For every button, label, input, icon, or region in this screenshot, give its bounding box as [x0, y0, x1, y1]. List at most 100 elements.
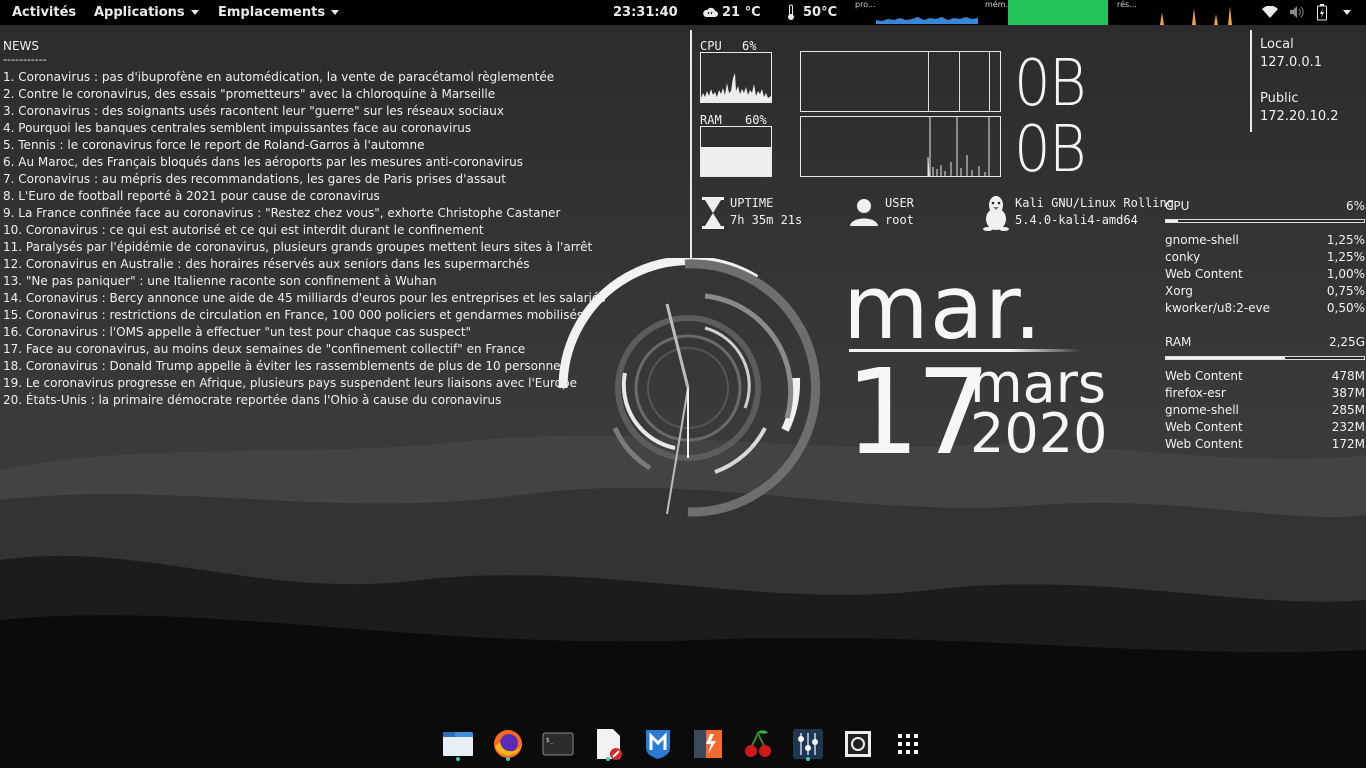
user-value: root [885, 213, 914, 227]
news-item: 3. Coronavirus : des soignants usés raco… [3, 104, 504, 118]
process-name: gnome-shell [1165, 233, 1239, 247]
metasploit-icon[interactable] [642, 728, 674, 760]
news-item: 6. Au Maroc, des Français bloqués dans l… [3, 155, 523, 169]
top-cpu-header: CPU 6% [1165, 198, 1365, 215]
news-item: 15. Coronavirus : restrictions de circul… [3, 308, 584, 322]
cpu-temperature[interactable]: 50°C [803, 0, 837, 25]
firefox-icon[interactable] [492, 728, 524, 760]
process-row: kworker/u8:2-eve 0,50% [1165, 300, 1365, 317]
process-row: Web Content 478M [1165, 368, 1365, 385]
process-value: 1,25% [1326, 250, 1365, 264]
process-name: kworker/u8:2-eve [1165, 301, 1271, 315]
thermometer-icon [788, 4, 794, 20]
cherrytree-icon[interactable] [742, 728, 774, 760]
process-graph-label: pro... [855, 0, 876, 9]
process-row: gnome-shell 285M [1165, 402, 1365, 419]
places-menu[interactable]: Emplacements [218, 0, 340, 25]
applications-menu[interactable]: Applications [94, 0, 199, 25]
files-icon[interactable] [442, 728, 474, 760]
upload-spike [928, 52, 929, 111]
top-ram-value: 2,25G [1328, 335, 1365, 349]
news-item: 20. États-Unis : la primaire démocrate r… [3, 393, 502, 407]
weather-temperature[interactable]: 21 °C [722, 0, 761, 25]
clock-minute-hand [666, 387, 689, 515]
kernel-version: 5.4.0-kali4-amd64 [1015, 213, 1138, 227]
process-value: 285M [1331, 403, 1365, 417]
cpu-percent: 6% [742, 39, 757, 53]
system-menu-chevron-icon[interactable] [1343, 10, 1351, 15]
news-item: 4. Pourquoi les banques centrales semble… [3, 121, 472, 135]
wifi-icon[interactable] [1262, 6, 1278, 18]
volume-muted-icon[interactable] [1289, 5, 1304, 19]
process-name: firefox-esr [1165, 386, 1226, 400]
news-widget: NEWS ----------- 1. Coronavirus : pas d'… [3, 38, 605, 409]
settings-icon[interactable] [792, 728, 824, 760]
ram-graph-fill [701, 147, 771, 176]
weather-cloud-icon [703, 7, 718, 17]
process-row: Web Content 232M [1165, 419, 1365, 436]
battery-charging-icon[interactable] [1317, 4, 1327, 21]
process-row: gnome-shell 1,25% [1165, 232, 1365, 249]
local-ip-label: Local [1260, 37, 1294, 52]
activities-button[interactable]: Activités [12, 0, 76, 25]
upload-speed: 0B [1014, 47, 1087, 121]
process-name: gnome-shell [1165, 403, 1239, 417]
top-ram-label: RAM [1165, 335, 1192, 349]
chevron-down-icon [331, 10, 340, 15]
process-row: conky 1,25% [1165, 249, 1365, 266]
news-item: 19. Le coronavirus progresse en Afrique,… [3, 376, 577, 390]
ram-graph [700, 126, 772, 177]
user-label: USER [885, 196, 914, 210]
date-year: 2020 [970, 402, 1108, 465]
cpu-label: CPU [700, 39, 722, 53]
process-name: Web Content [1165, 267, 1243, 281]
news-item: 5. Tennis : le coronavirus force le repo… [3, 138, 425, 152]
os-name: Kali GNU/Linux Rolling [1015, 196, 1174, 210]
process-value: 0,50% [1326, 301, 1365, 315]
user-icon [850, 199, 878, 226]
places-label: Emplacements [218, 5, 326, 20]
upload-graph [800, 51, 1001, 112]
news-item: 17. Face au coronavirus, au moins deux s… [3, 342, 526, 356]
news-item: 11. Paralysés par l'épidémie de coronavi… [3, 240, 593, 254]
top-bar: Activités Applications Emplacements 23:3… [0, 0, 1366, 25]
process-name: Web Content [1165, 420, 1243, 434]
running-indicator [506, 757, 510, 761]
network-usage-graph[interactable] [1140, 0, 1244, 25]
news-item: 13. "Ne pas paniquer" : une Italienne ra… [3, 274, 437, 288]
ram-percent: 60% [745, 113, 767, 127]
cpu-graph-bars [701, 73, 771, 102]
process-value: 172M [1331, 437, 1365, 451]
process-value: 232M [1331, 420, 1365, 434]
terminal-icon[interactable]: $_ [542, 728, 574, 760]
news-item: 8. L'Euro de football reporté à 2021 pou… [3, 189, 380, 203]
public-ip-label: Public [1260, 91, 1299, 106]
memory-graph-label: mém. [985, 0, 1009, 9]
uptime-label: UPTIME [730, 196, 774, 210]
news-item: 14. Coronavirus : Bercy annonce une aide… [3, 291, 606, 305]
ip-divider-line [1250, 30, 1252, 132]
cpu-usage-graph[interactable] [876, 2, 978, 24]
uptime-value: 7h 35m 21s [730, 213, 803, 227]
chevron-down-icon [190, 10, 199, 15]
process-value: 1,00% [1326, 267, 1365, 281]
running-indicator [606, 757, 610, 761]
clock[interactable]: 23:31:40 [613, 0, 678, 25]
show-apps-icon[interactable] [892, 728, 924, 760]
linux-tux-icon [983, 196, 1009, 231]
screenshot-icon[interactable] [842, 728, 874, 760]
memory-usage-graph[interactable] [1008, 0, 1108, 25]
text-editor-icon[interactable] [592, 728, 624, 760]
top-cpu-label: CPU [1165, 199, 1190, 213]
news-title: NEWS [3, 39, 40, 53]
network-graph-label: rés... [1117, 0, 1137, 9]
applications-label: Applications [94, 5, 185, 20]
news-item: 2. Contre le coronavirus, des essais "pr… [3, 87, 496, 101]
public-ip-value: 172.20.10.2 [1260, 109, 1339, 124]
top-ram-header: RAM 2,25G [1165, 334, 1365, 351]
process-row: Web Content 172M [1165, 436, 1365, 453]
top-ram-bar [1165, 356, 1365, 360]
burpsuite-icon[interactable] [692, 728, 724, 760]
process-name: Xorg [1165, 284, 1193, 298]
svg-text:$_: $_ [546, 737, 554, 744]
